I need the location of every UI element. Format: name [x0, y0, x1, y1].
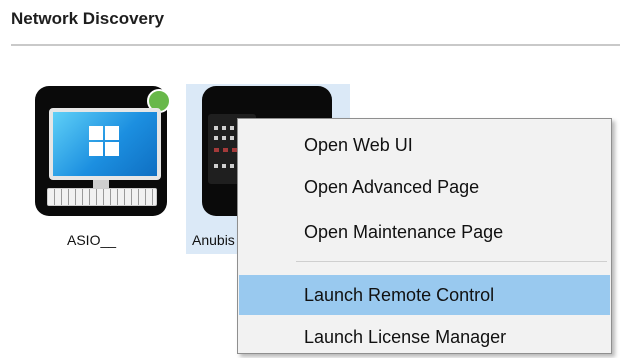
menu-item-launch-license-manager[interactable]: Launch License Manager	[239, 317, 610, 357]
menu-separator	[296, 261, 607, 262]
menu-item-launch-remote-control[interactable]: Launch Remote Control	[239, 275, 610, 315]
keyboard-icon	[47, 188, 157, 206]
device-label: ASIO__	[67, 232, 117, 248]
section-divider	[11, 44, 620, 46]
context-menu: Open Web UI Open Advanced Page Open Main…	[237, 118, 612, 354]
menu-item-open-advanced-page[interactable]: Open Advanced Page	[239, 167, 610, 207]
menu-item-open-web-ui[interactable]: Open Web UI	[239, 125, 610, 165]
monitor-stand	[93, 180, 109, 188]
section-title: Network Discovery	[11, 9, 165, 28]
monitor-screen	[49, 108, 161, 180]
computer-icon	[35, 86, 171, 216]
device-label: Anubis	[192, 232, 235, 248]
menu-item-open-maintenance-page[interactable]: Open Maintenance Page	[239, 212, 610, 252]
windows-logo-icon	[89, 126, 121, 158]
device-asio[interactable]: ASIO__	[27, 84, 191, 254]
